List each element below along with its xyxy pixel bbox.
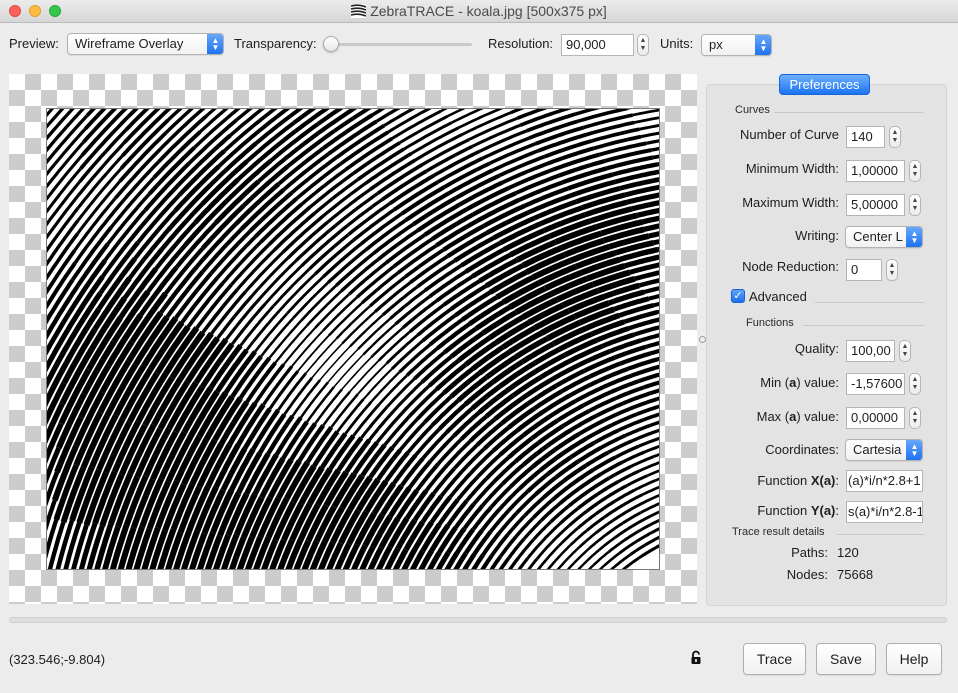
number-of-curves-label: Number of Curve [740,127,839,142]
resolution-stepper[interactable]: ▲ ▼ [637,34,649,56]
save-button[interactable]: Save [816,643,876,675]
splitter-handle[interactable] [699,336,706,343]
resolution-input[interactable]: 90,000 [561,34,634,56]
advanced-checkbox[interactable]: ✓ [731,289,745,303]
writing-select[interactable]: Center L ▲ ▼ [845,226,923,248]
function-y-input[interactable]: s(a)*i/n*2.8-1 [846,501,923,523]
node-reduction-input[interactable]: 0 [846,259,882,281]
horizontal-scrollbar[interactable] [9,617,947,623]
maximum-width-input[interactable]: 5,00000 [846,194,905,216]
zebra-line-trace [47,109,659,569]
select-arrows-icon: ▲ ▼ [906,440,922,460]
preview-select-value: Wireframe Overlay [75,36,184,51]
trace-result-section-title: Trace result details [732,526,825,538]
function-x-label: Function X(a): [757,473,839,488]
cursor-coordinates: (323.546;-9.804) [9,652,106,667]
writing-label: Writing: [795,228,839,243]
minimum-width-label: Minimum Width: [745,161,839,176]
units-label: Units: [660,36,694,51]
transparency-slider-knob[interactable] [323,36,339,52]
quality-label: Quality: [794,341,839,356]
coordinates-select[interactable]: Cartesia ▲ ▼ [845,439,923,461]
functions-section-title: Functions [746,317,794,329]
section-divider [774,112,924,113]
help-button[interactable]: Help [886,643,942,675]
node-reduction-stepper[interactable]: ▲ ▼ [886,259,898,281]
window-title: ZebraTRACE - koala.jpg [500x375 px] [370,3,607,19]
min-a-value-label: Min (a) value: [760,375,839,390]
coordinates-label: Coordinates: [765,442,839,457]
paths-value: 120 [837,545,859,560]
writing-select-value: Center L [853,229,903,244]
quality-input[interactable]: 100,00 [846,340,895,362]
transparency-slider-track[interactable] [324,43,472,46]
title-bar: ZebraTRACE - koala.jpg [500x375 px] [0,0,958,23]
minimum-width-stepper[interactable]: ▲ ▼ [909,160,921,182]
preview-select[interactable]: Wireframe Overlay ▲ ▼ [67,33,224,55]
resolution-label: Resolution: [488,36,554,51]
preview-canvas[interactable] [9,74,697,604]
preferences-tab[interactable]: Preferences [779,74,870,95]
lock-icon[interactable] [689,650,703,669]
maximum-width-label: Maximum Width: [742,195,839,210]
min-a-value-stepper[interactable]: ▲ ▼ [909,373,921,395]
min-a-value-input[interactable]: -1,57600 [846,373,905,395]
nodes-value: 75668 [837,567,874,582]
trace-button[interactable]: Trace [743,643,806,675]
select-arrows-icon: ▲ ▼ [755,35,771,55]
maximum-width-stepper[interactable]: ▲ ▼ [909,194,921,216]
quality-stepper[interactable]: ▲ ▼ [899,340,911,362]
zebra-app-icon [350,4,367,21]
coordinates-select-value: Cartesia [853,442,902,457]
units-select-value: px [709,37,723,52]
section-divider [815,302,924,303]
function-y-label: Function Y(a): [757,503,839,518]
function-x-input[interactable]: (a)*i/n*2.8+1 [846,470,923,492]
advanced-label: Advanced [749,289,807,304]
transparency-label: Transparency: [234,36,317,51]
minimum-width-input[interactable]: 1,00000 [846,160,905,182]
number-of-curves-input[interactable]: 140 [846,126,885,148]
select-arrows-icon: ▲ ▼ [207,34,223,54]
section-divider [837,534,924,535]
preview-label: Preview: [9,36,59,51]
paths-label: Paths: [791,545,828,560]
number-of-curves-stepper[interactable]: ▲ ▼ [889,126,901,148]
max-a-value-label: Max (a) value: [756,409,839,424]
node-reduction-label: Node Reduction: [742,259,839,274]
select-arrows-icon: ▲ ▼ [906,227,922,247]
nodes-label: Nodes: [786,567,828,582]
units-select[interactable]: px ▲ ▼ [701,34,772,56]
section-divider [803,325,924,326]
traced-image [46,108,660,570]
max-a-value-input[interactable]: 0,00000 [846,407,905,429]
curves-section-title: Curves [735,104,770,116]
max-a-value-stepper[interactable]: ▲ ▼ [909,407,921,429]
